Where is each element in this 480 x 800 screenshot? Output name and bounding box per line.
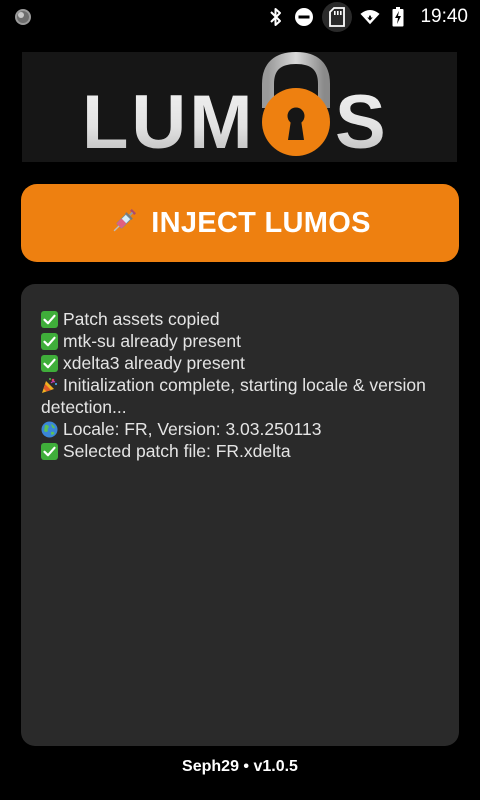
log-line: Patch assets copied [41,308,439,330]
inject-lumos-button[interactable]: INJECT LUMOS [21,184,459,262]
log-line-text: Locale: FR, Version: 3.03.250113 [63,419,322,439]
log-line: Selected patch file: FR.xdelta [41,440,439,462]
battery-charging-icon [388,7,408,27]
check-mark-icon [41,333,58,350]
logo-text-left: LUM [82,80,256,162]
inject-button-label: INJECT LUMOS [151,206,371,239]
wifi-icon [360,7,380,27]
padlock-icon [262,52,330,156]
log-output-panel: Patch assets copied mtk-su already prese… [21,284,459,746]
status-clock: 19:40 [420,6,468,27]
party-popper-icon [41,377,58,394]
status-icons: 19:40 [266,0,468,34]
status-bar: 19:40 [0,0,480,34]
bluetooth-icon [266,7,286,27]
log-line-text: Initialization complete, starting locale… [41,375,426,417]
log-line-text: Selected patch file: FR.xdelta [63,441,291,461]
log-line-text: mtk-su already present [63,331,241,351]
log-line: Locale: FR, Version: 3.03.250113 [41,418,439,440]
log-line-text: Patch assets copied [63,309,220,329]
lumos-logo: LUM S [22,52,457,162]
log-line-text: xdelta3 already present [63,353,245,373]
log-line: Initialization complete, starting locale… [41,374,439,418]
circle-indicator-icon [14,8,32,26]
footer-credits: Seph29 • v1.0.5 [182,758,298,775]
log-line: mtk-su already present [41,330,439,352]
check-mark-icon [41,311,58,328]
logo-text-right: S [335,80,386,162]
log-line: xdelta3 already present [41,352,439,374]
check-mark-icon [41,443,58,460]
check-mark-icon [41,355,58,372]
do-not-disturb-icon [294,7,314,27]
sd-card-icon [322,2,353,32]
app-screen: 19:40 LUM S INJECT LUMOS Patch assets co… [0,0,480,800]
globe-icon [41,421,58,438]
syringe-icon [109,206,139,241]
